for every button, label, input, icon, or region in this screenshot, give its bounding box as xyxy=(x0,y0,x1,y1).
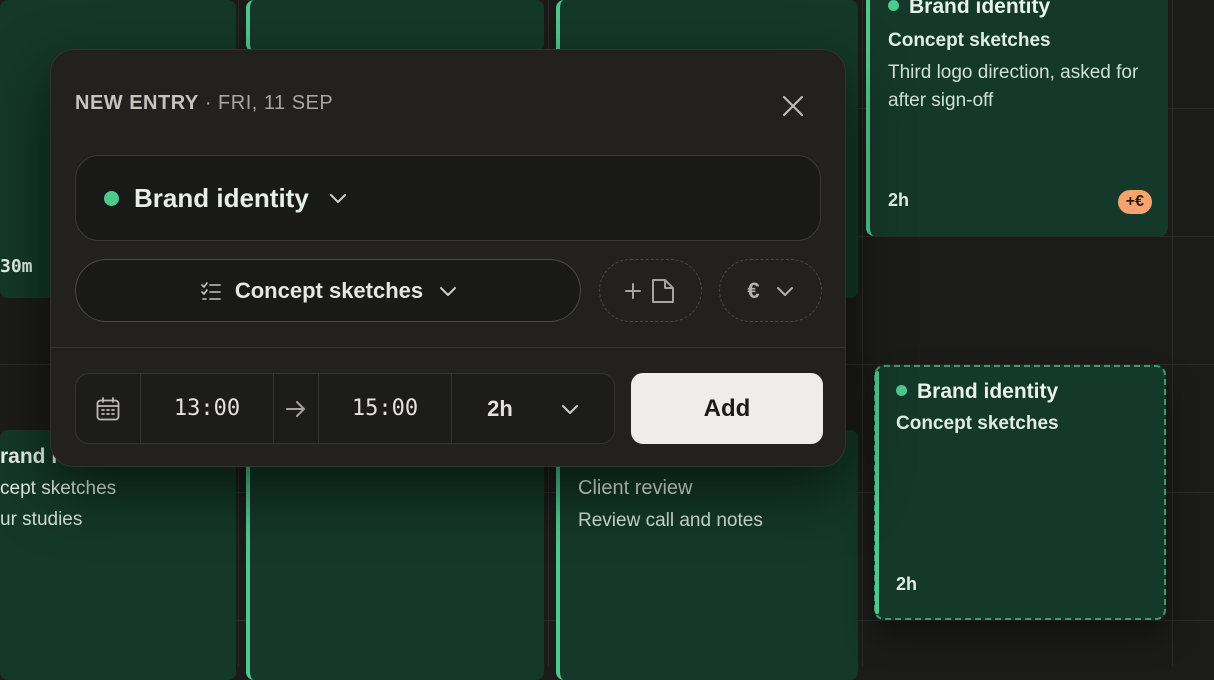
event-project: Brand identity xyxy=(888,0,1050,19)
calendar-event[interactable] xyxy=(246,0,544,52)
project-select-value: Brand identity xyxy=(134,182,309,213)
event-note: Review call and notes xyxy=(578,510,763,531)
calendar-event[interactable]: Client review Review call and notes xyxy=(556,430,858,680)
event-duration: 2h xyxy=(896,574,918,594)
popup-date: · FRI, 11 SEP xyxy=(198,92,334,114)
billable-select[interactable]: € xyxy=(719,259,822,322)
event-task: Concept sketches xyxy=(888,30,1051,51)
add-note-button[interactable] xyxy=(599,259,702,322)
close-icon xyxy=(782,95,804,117)
event-duration: 30m xyxy=(0,256,33,277)
popup-header: NEW ENTRY · FRI, 11 SEP xyxy=(75,92,333,115)
popup-divider xyxy=(51,347,845,348)
checklist-icon xyxy=(201,281,221,300)
event-task: cept sketches xyxy=(0,478,117,499)
close-button[interactable] xyxy=(781,94,805,118)
chevron-down-icon xyxy=(329,194,346,203)
event-duration: 2h xyxy=(888,190,910,210)
draft-event[interactable]: Brand identity Concept sketches 2h xyxy=(874,365,1166,620)
project-color-dot xyxy=(888,0,899,11)
time-range: 13:00 15:00 2h xyxy=(75,373,615,444)
event-project-label: Brand identity xyxy=(909,0,1051,18)
new-entry-popup: NEW ENTRY · FRI, 11 SEP Brand identity C… xyxy=(50,49,846,467)
duration-value: 2h xyxy=(487,395,513,421)
popup-title: NEW ENTRY xyxy=(75,92,199,114)
calendar-event[interactable] xyxy=(246,430,544,680)
event-note: ur studies xyxy=(0,509,83,530)
date-picker-button[interactable] xyxy=(76,374,141,443)
event-project-label: Brand identity xyxy=(917,380,1059,403)
billable-badge: +€ xyxy=(1117,190,1152,214)
task-select-value: Concept sketches xyxy=(234,277,424,303)
project-select[interactable]: Brand identity xyxy=(75,155,821,241)
calendar-event[interactable]: rand id cept sketches ur studies xyxy=(0,430,236,680)
end-time-value: 15:00 xyxy=(351,396,419,421)
start-time-value: 13:00 xyxy=(173,396,241,421)
duration-select[interactable]: 2h xyxy=(452,374,614,443)
start-time-input[interactable]: 13:00 xyxy=(141,374,274,443)
currency-symbol: € xyxy=(747,277,760,303)
chevron-down-icon xyxy=(440,286,457,296)
project-color-dot xyxy=(896,384,907,396)
chevron-down-icon xyxy=(776,286,793,296)
project-color-dot xyxy=(104,190,119,206)
arrow-right-icon xyxy=(286,400,305,417)
add-note-icon xyxy=(624,278,674,303)
time-arrow xyxy=(274,374,319,443)
task-select[interactable]: Concept sketches xyxy=(75,259,581,322)
grid-line xyxy=(1172,0,1173,666)
chevron-down-icon xyxy=(561,404,578,414)
event-project: Brand identity xyxy=(896,380,1058,404)
add-button[interactable]: Add xyxy=(631,373,823,444)
event-task: Client review xyxy=(578,477,693,499)
event-task: Concept sketches xyxy=(896,413,1059,434)
calendar-icon xyxy=(96,396,120,420)
end-time-input[interactable]: 15:00 xyxy=(319,374,452,443)
grid-line xyxy=(862,0,863,666)
event-note: Third logo direction, asked for after si… xyxy=(888,62,1139,111)
calendar-event[interactable]: Brand identity Concept sketches Third lo… xyxy=(866,0,1168,236)
draft-event-accent xyxy=(875,371,879,614)
